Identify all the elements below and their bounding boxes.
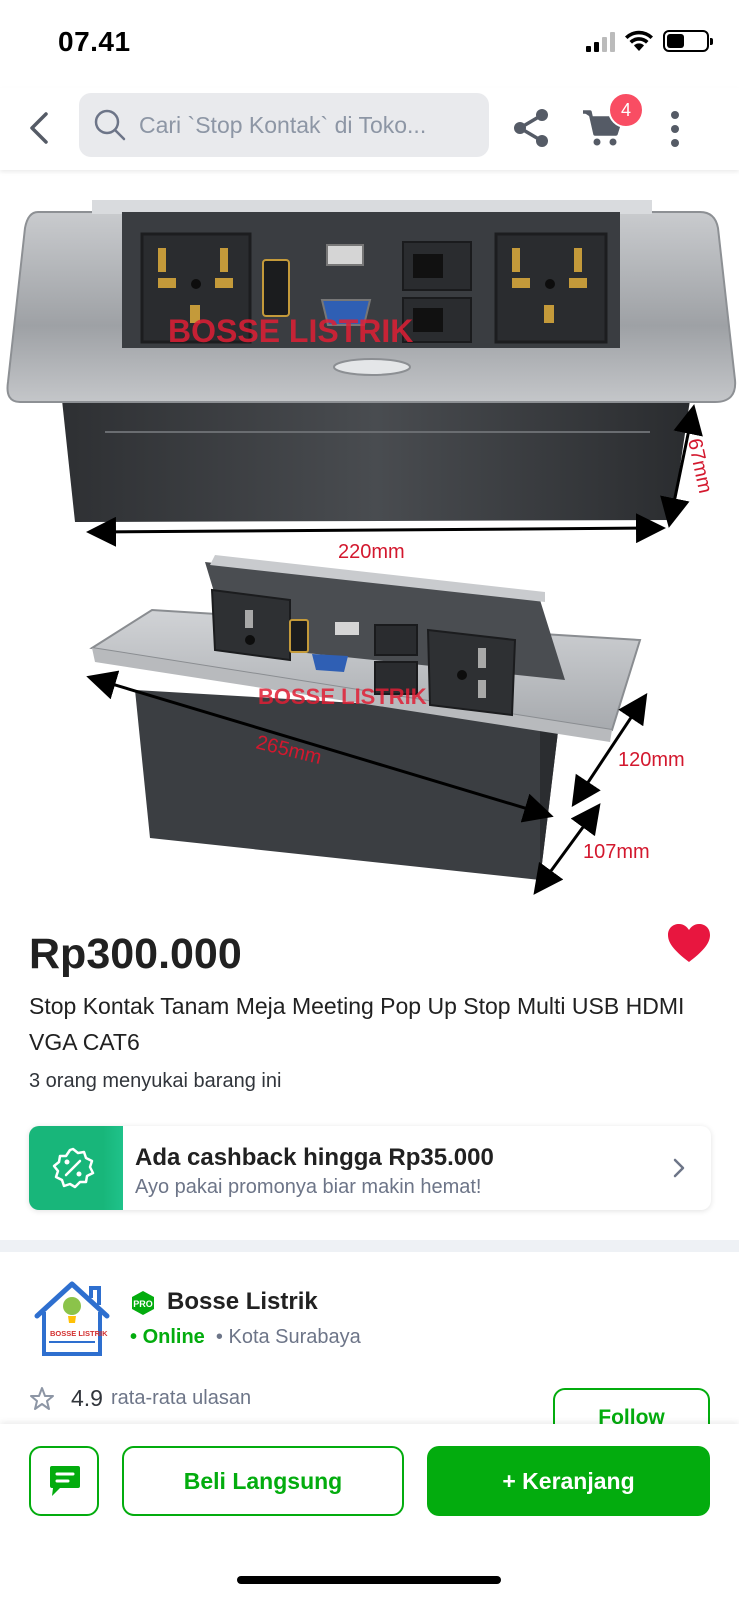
chat-button[interactable] (29, 1446, 99, 1516)
cashback-subtitle: Ayo pakai promonya biar makin hemat! (135, 1176, 482, 1198)
discount-icon (52, 1147, 95, 1189)
more-options-button[interactable] (660, 106, 690, 152)
dimension-label-width: 220mm (338, 541, 405, 563)
product-title: Stop Kontak Tanam Meja Meeting Pop Up St… (29, 993, 685, 1055)
status-icons (586, 30, 713, 52)
star-icon (30, 1386, 54, 1410)
section-divider (0, 1240, 739, 1252)
search-placeholder: Cari `Stop Kontak` di Toko... (139, 111, 427, 138)
watermark-bottom: BOSSE LISTRIK (258, 684, 427, 709)
dimension-label-height: 67mm (683, 436, 716, 495)
bottom-action-bar: Beli Langsung + Keranjang (0, 1424, 739, 1600)
buy-now-button[interactable]: Beli Langsung (122, 1446, 404, 1516)
cart-count-badge: 4 (608, 92, 644, 128)
cellular-signal-icon (586, 30, 615, 52)
chevron-right-icon (673, 1158, 685, 1178)
product-photo: 220mm 67mm BOSSE LISTRIK 265mm 120mm 107… (6, 200, 737, 895)
cashback-title: Ada cashback hingga Rp35.000 (135, 1144, 494, 1171)
shop-logo-house-icon: BOSSE LISTRIK (34, 1281, 110, 1356)
search-input[interactable]: Cari `Stop Kontak` di Toko... (79, 93, 489, 157)
search-icon (94, 109, 126, 141)
heart-icon (668, 924, 710, 962)
back-button[interactable] (20, 108, 60, 148)
battery-icon (663, 30, 713, 52)
cashback-promo-card[interactable]: Ada cashback hingga Rp35.000 Ayo pakai p… (29, 1126, 711, 1210)
chevron-left-icon (30, 112, 48, 144)
shop-logo-text: BOSSE LISTRIK (50, 1329, 108, 1338)
home-indicator (237, 1576, 501, 1584)
shop-online-status: Online (142, 1326, 205, 1348)
chat-icon (50, 1466, 80, 1496)
wifi-icon (625, 30, 653, 51)
share-button[interactable] (510, 106, 554, 150)
rating-label: rata-rata ulasan (110, 1387, 252, 1409)
status-time: 07.41 (58, 26, 131, 57)
shop-logo[interactable]: BOSSE LISTRIK (29, 1278, 115, 1360)
shop-name[interactable]: Bosse Listrik (167, 1288, 318, 1316)
wishlist-button[interactable] (666, 922, 712, 964)
product-image[interactable]: 220mm 67mm BOSSE LISTRIK 265mm 120mm 107… (0, 170, 739, 905)
shop-location: Kota Surabaya (228, 1326, 361, 1348)
location-separator: • (210, 1326, 229, 1348)
share-icon (514, 109, 548, 147)
product-price: Rp300.000 (29, 930, 242, 978)
product-likes: 3 orang menyukai barang ini (29, 1070, 282, 1092)
pro-badge-text: PRO (133, 1299, 153, 1309)
more-vertical-icon (671, 111, 679, 147)
add-to-cart-button[interactable]: + Keranjang (427, 1446, 710, 1516)
dimension-label-depth: 120mm (618, 749, 685, 771)
watermark-top: BOSSE LISTRIK (168, 313, 413, 349)
shop-status: • Online • Kota Surabaya (130, 1326, 361, 1349)
status-bar: 07.41 (0, 0, 739, 88)
top-navigation: Cari `Stop Kontak` di Toko... 4 (0, 88, 739, 170)
online-dot: • (130, 1326, 143, 1348)
rating-value: 4.9 (71, 1385, 103, 1411)
dimension-label-bottom-height: 107mm (583, 841, 650, 863)
pro-badge-icon: PRO (132, 1291, 154, 1315)
shop-rating: 4.9 rata-rata ulasan (29, 1385, 251, 1412)
